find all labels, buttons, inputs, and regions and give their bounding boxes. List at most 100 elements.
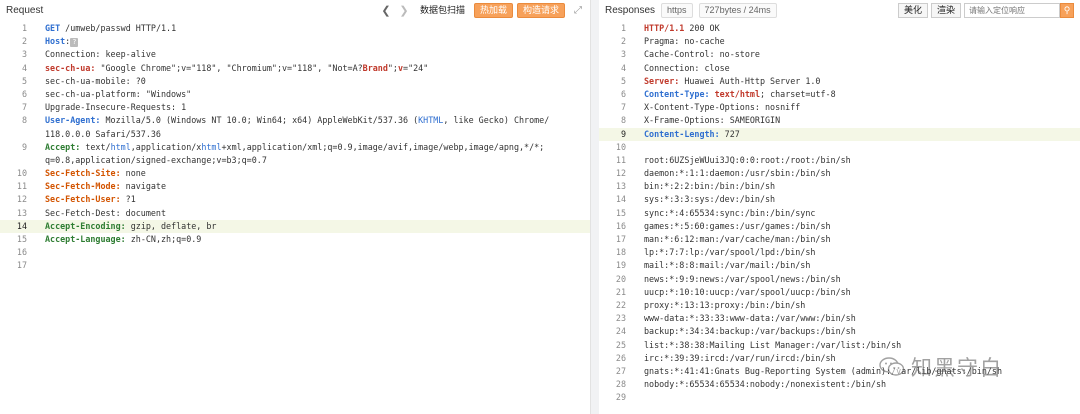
render-button[interactable]: 渲染 (930, 2, 961, 18)
code-line[interactable]: 22 proxy:*:13:13:proxy:/bin:/bin/sh (599, 299, 1080, 312)
code-line[interactable]: 11 root:6UZSjeWUui3JQ:0:0:root:/root:/bin… (599, 154, 1080, 167)
line-token: Sec-Fetch-Mode: (45, 181, 121, 192)
code-line[interactable]: 23 www-data:*:33:33:www-data:/var/www:/bi… (599, 312, 1080, 325)
line-text: uucp:*:10:10:uucp:/var/spool/uucp:/bin/s… (644, 286, 1080, 299)
line-token: Pragma: no-cache (644, 36, 725, 47)
code-line[interactable]: 21 uucp:*:10:10:uucp:/var/spool/uucp:/bin… (599, 286, 1080, 299)
code-line[interactable]: 18 lp:*:7:7:lp:/var/spool/lpd:/bin/sh (599, 246, 1080, 259)
code-line[interactable]: 3 Cache-Control: no-store (599, 48, 1080, 61)
code-line[interactable]: 19 mail:*:8:8:mail:/var/mail:/bin/sh (599, 259, 1080, 272)
line-number: 11 (615, 154, 626, 165)
code-line[interactable]: 14 Accept-Encoding: gzip, deflate, br (0, 219, 590, 233)
response-toolbar-actions: 美化 渲染 ⚲ (897, 0, 1074, 20)
packet-scan-button[interactable]: 数据包扫描 (415, 3, 470, 18)
code-line[interactable]: 2 Pragma: no-cache (599, 35, 1080, 48)
search-icon[interactable]: ⚲ (1060, 2, 1074, 18)
code-line[interactable]: 8 User-Agent: Mozilla/5.0 (Windows NT 10.… (0, 114, 590, 127)
line-token: Host (45, 36, 66, 47)
line-number: 27 (615, 365, 626, 376)
code-line[interactable]: 4 sec-ch-ua: "Google Chrome";v="118", "Ch… (0, 62, 590, 75)
line-number: 6 (21, 88, 27, 99)
build-request-button[interactable]: 构造请求 (516, 2, 565, 18)
line-token: 118.0.0.0 Safari/537.36 (45, 128, 161, 139)
line-token: X-Content-Type-Options: nosniff (644, 102, 801, 113)
line-token: gzip, deflate, br (125, 220, 217, 231)
code-line[interactable]: 3 Connection: keep-alive (0, 48, 590, 61)
beautify-button[interactable]: 美化 (897, 2, 928, 18)
pane-divider[interactable] (591, 0, 599, 414)
line-number: 2 (620, 36, 626, 47)
code-line[interactable]: 10 Sec-Fetch-Site: none (0, 167, 590, 180)
code-line[interactable]: 6 sec-ch-ua-platform: "Windows" (0, 88, 590, 101)
request-editor[interactable]: 1 GET /umweb/passwd HTTP/1.1 2 Host:? 3 Conne… (0, 22, 590, 273)
line-number: 14 (16, 220, 27, 231)
code-line[interactable]: 15 sync:*:4:65534:sync:/bin:/bin/sync (599, 207, 1080, 220)
code-line[interactable]: 20 news:*:9:9:news:/var/spool/news:/bin/s… (599, 273, 1080, 286)
chevron-left-icon[interactable]: ❮ (379, 3, 393, 17)
chevron-right-icon[interactable]: ❯ (397, 3, 411, 17)
line-token: ?1 (120, 194, 136, 205)
response-search-input[interactable] (964, 2, 1060, 18)
line-token: 727 (719, 128, 740, 139)
code-line[interactable]: 25 list:*:38:38:Mailing List Manager:/var… (599, 339, 1080, 352)
code-line[interactable]: 16 games:*:5:60:games:/usr/games:/bin/sh (599, 220, 1080, 233)
code-line[interactable]: 13 Sec-Fetch-Dest: document (0, 207, 590, 220)
line-text: list:*:38:38:Mailing List Manager:/var/l… (644, 339, 1080, 352)
code-line[interactable]: 29 (599, 391, 1080, 404)
line-token: sec-ch-ua: (45, 62, 96, 73)
line-token: proxy:*:13:13:proxy:/bin:/bin/sh (644, 299, 806, 310)
code-line[interactable]: 16 (0, 246, 590, 259)
code-line[interactable]: 1 GET /umweb/passwd HTTP/1.1 (0, 22, 590, 35)
line-text: daemon:*:1:1:daemon:/usr/sbin:/bin/sh (644, 167, 1080, 180)
code-line[interactable]: 11 Sec-Fetch-Mode: navigate (0, 180, 590, 193)
line-token: Content-Length: (644, 128, 720, 139)
line-token: none (120, 168, 146, 179)
line-number: 20 (615, 273, 626, 284)
code-line[interactable]: 6 Content-Type: text/html; charset=utf-8 (599, 88, 1080, 101)
line-text: sec-ch-ua-platform: "Windows" (45, 88, 590, 101)
code-line[interactable]: 10 (599, 141, 1080, 154)
line-text: Cache-Control: no-store (644, 48, 1080, 61)
line-token: ="24" (403, 62, 429, 73)
code-line[interactable]: 7 Upgrade-Insecure-Requests: 1 (0, 101, 590, 114)
code-line[interactable]: 24 backup:*:34:34:backup:/var/backups:/bi… (599, 325, 1080, 338)
code-line[interactable]: 7 X-Content-Type-Options: nosniff (599, 101, 1080, 114)
code-line[interactable]: 12 Sec-Fetch-User: ?1 (0, 193, 590, 206)
line-number: 1 (21, 23, 27, 33)
response-viewer[interactable]: 1 HTTP/1.1 200 OK 2 Pragma: no-cache 3 Cache-… (599, 22, 1080, 404)
line-token: text/html (714, 88, 760, 99)
code-line[interactable]: 2 Host:? (0, 35, 590, 48)
code-line[interactable]: 15 Accept-Language: zh-CN,zh;q=0.9 (0, 233, 590, 246)
line-text: Accept-Encoding: gzip, deflate, br (45, 220, 590, 233)
code-line[interactable]: 13 bin:*:2:2:bin:/bin:/bin/sh (599, 180, 1080, 193)
line-number: 15 (16, 234, 27, 244)
line-token: zh-CN,zh;q=0.9 (125, 234, 202, 244)
code-line[interactable]: 9 Content-Length: 727 (599, 127, 1080, 141)
line-token: Huawei Auth-Http Server 1.0 (679, 75, 821, 86)
line-token: Sec-Fetch-Site: (45, 168, 121, 179)
line-text: Sec-Fetch-Dest: document (45, 207, 590, 220)
code-line[interactable]: 9 Accept: text/html,application/xhtml+xml… (0, 141, 590, 154)
code-line[interactable]: 28 nobody:*:65534:65534:nobody:/nonexiste… (599, 378, 1080, 391)
code-line[interactable]: 5 Server: Huawei Auth-Http Server 1.0 (599, 75, 1080, 88)
line-text: Accept-Language: zh-CN,zh;q=0.9 (45, 233, 590, 246)
code-line[interactable]: 8 X-Frame-Options: SAMEORIGIN (599, 114, 1080, 127)
code-line[interactable]: 1 HTTP/1.1 200 OK (599, 22, 1080, 35)
line-token: text/ (80, 141, 111, 152)
code-line[interactable]: 27 gnats:*:41:41:Gnats Bug-Reporting Syst… (599, 365, 1080, 378)
expand-icon[interactable]: ⤢ (572, 4, 584, 16)
code-line[interactable]: 12 daemon:*:1:1:daemon:/usr/sbin:/bin/sh (599, 167, 1080, 180)
line-token: sec-ch-ua-mobile: ?0 (45, 75, 146, 86)
code-line[interactable]: 17 man:*:6:12:man:/var/cache/man:/bin/sh (599, 233, 1080, 246)
line-token: Sec-Fetch-Dest: document (45, 207, 167, 218)
code-line[interactable]: 17 (0, 259, 590, 272)
code-line[interactable]: 5 sec-ch-ua-mobile: ?0 (0, 75, 590, 88)
code-line[interactable]: 26 irc:*:39:39:ircd:/var/run/ircd:/bin/sh (599, 352, 1080, 365)
size-time-badge: 727bytes / 24ms (698, 2, 777, 18)
code-line[interactable]: q=0.8,application/signed-exchange;v=b3;q… (0, 154, 590, 167)
code-line[interactable]: 14 sys:*:3:3:sys:/dev:/bin/sh (599, 193, 1080, 206)
code-line[interactable]: 4 Connection: close (599, 62, 1080, 75)
hot-reload-button[interactable]: 热加载 (473, 2, 513, 18)
code-line[interactable]: 118.0.0.0 Safari/537.36 (0, 128, 590, 141)
line-token: sys:*:3:3:sys:/dev:/bin/sh (644, 194, 776, 205)
